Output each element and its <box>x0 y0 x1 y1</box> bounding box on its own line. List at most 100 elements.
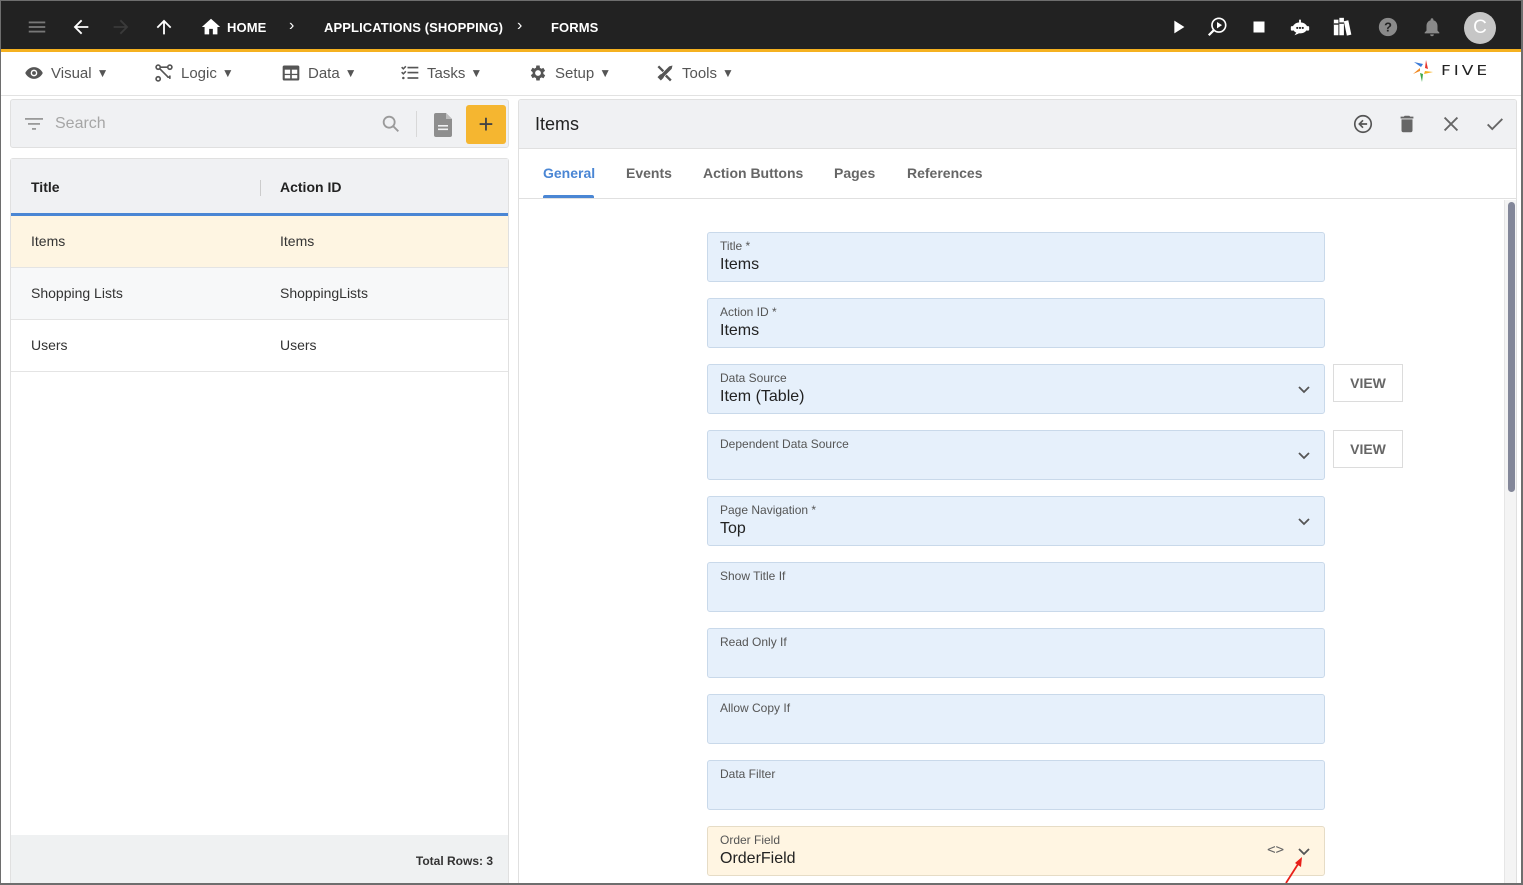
field-label: Page Navigation * <box>720 503 817 517</box>
dependent-data-source-view-button[interactable]: VIEW <box>1333 430 1403 468</box>
svg-text:?: ? <box>1384 20 1392 35</box>
column-header-action-id[interactable]: Action ID <box>280 179 341 195</box>
order-field-select[interactable]: Order Field OrderField <> <box>707 826 1325 883</box>
page-navigation-select[interactable]: Page Navigation * Top <box>707 496 1325 546</box>
total-rows: Total Rows: 3 <box>415 854 493 868</box>
cell-title: Shopping Lists <box>31 285 123 301</box>
app-window: HOME › APPLICATIONS (SHOPPING) › FORMS ?… <box>1 1 1521 883</box>
menu-logic-label: Logic <box>181 64 217 82</box>
table-icon <box>282 65 300 81</box>
chevron-down-icon[interactable] <box>1296 447 1312 463</box>
caret-down-icon: ▼ <box>722 66 734 80</box>
table-row[interactable]: Shopping Lists ShoppingLists <box>11 268 508 320</box>
library-icon[interactable] <box>1331 15 1355 39</box>
menu-logic[interactable]: Logic ▼ <box>154 63 234 83</box>
back-arrow-icon[interactable] <box>69 15 93 39</box>
form-tabs: General Events Action Buttons Pages Refe… <box>519 149 1516 199</box>
menu-tools-label: Tools <box>682 64 718 82</box>
logic-icon <box>155 64 173 82</box>
field-value: Items <box>720 322 760 339</box>
field-value: Item (Table) <box>720 388 805 405</box>
allow-copy-if-field[interactable]: Allow Copy If <box>707 694 1325 744</box>
tab-events[interactable]: Events <box>626 165 672 181</box>
delete-icon[interactable] <box>1395 112 1419 136</box>
form-title: Items <box>535 114 580 134</box>
tab-general[interactable]: General <box>543 165 595 181</box>
stop-icon[interactable] <box>1247 15 1271 39</box>
field-label: Allow Copy If <box>720 701 791 715</box>
data-filter-field[interactable]: Data Filter <box>707 760 1325 810</box>
tab-action-buttons[interactable]: Action Buttons <box>703 165 803 181</box>
menu-tasks-label: Tasks <box>427 64 466 82</box>
table-row[interactable]: Users Users <box>11 320 508 372</box>
field-label: Read Only If <box>720 635 787 649</box>
table-row[interactable]: Items Items <box>11 216 508 268</box>
five-logo-icon <box>1413 60 1433 82</box>
chat-bot-icon[interactable] <box>1288 15 1312 39</box>
caret-down-icon: ▼ <box>221 66 234 80</box>
inspect-run-icon[interactable] <box>1205 15 1229 39</box>
read-only-if-field[interactable]: Read Only If <box>707 628 1325 678</box>
menu-tasks[interactable]: Tasks ▼ <box>400 63 482 83</box>
title-field[interactable]: Title * Items <box>707 232 1325 282</box>
scrollbar[interactable] <box>1504 200 1516 883</box>
field-label: Action ID * <box>720 305 777 319</box>
chevron-down-icon[interactable] <box>1296 513 1312 529</box>
bell-icon[interactable] <box>1420 15 1444 39</box>
help-icon[interactable]: ? <box>1376 15 1400 39</box>
add-button[interactable]: + <box>466 105 506 144</box>
field-label: Data Source <box>720 371 787 385</box>
column-divider[interactable] <box>260 180 261 196</box>
filter-icon[interactable] <box>24 115 44 133</box>
cell-action-id: Items <box>280 233 315 249</box>
tools-icon <box>657 65 673 82</box>
five-logo: FIVE <box>1411 59 1490 83</box>
menu-data-label: Data <box>308 64 340 82</box>
search-icon[interactable] <box>380 113 402 135</box>
forms-list: Title Action ID Items Items Shopping Lis… <box>10 158 509 883</box>
cell-action-id: ShoppingLists <box>280 285 368 301</box>
breadcrumb-home[interactable]: HOME <box>227 20 266 35</box>
menu-setup[interactable]: Setup ▼ <box>528 63 611 83</box>
run-icon[interactable] <box>1166 15 1190 39</box>
data-source-select[interactable]: Data Source Item (Table) <box>707 364 1325 414</box>
field-label: Data Filter <box>720 767 776 781</box>
gear-icon <box>530 65 546 81</box>
confirm-check-icon[interactable] <box>1483 112 1507 136</box>
avatar[interactable]: C <box>1464 12 1496 44</box>
history-back-icon[interactable] <box>1351 112 1375 136</box>
chevron-right-icon: › <box>289 17 295 34</box>
field-label: Order Field <box>720 833 781 847</box>
eye-icon <box>25 67 43 79</box>
column-header-title[interactable]: Title <box>31 179 60 195</box>
breadcrumb-forms[interactable]: FORMS <box>551 20 598 35</box>
caret-down-icon: ▼ <box>344 66 357 80</box>
divider <box>416 111 417 137</box>
caret-down-icon: ▼ <box>96 66 109 80</box>
cell-title: Users <box>31 337 68 353</box>
field-label: Show Title If <box>720 569 786 583</box>
menu-icon[interactable] <box>25 15 49 39</box>
forward-arrow-icon[interactable] <box>109 15 133 39</box>
dependent-data-source-select[interactable]: Dependent Data Source <box>707 430 1325 480</box>
cell-action-id: Users <box>280 337 317 353</box>
form-header: Items <box>519 100 1516 149</box>
breadcrumb-applications[interactable]: APPLICATIONS (SHOPPING) <box>324 20 503 35</box>
tab-references[interactable]: References <box>907 165 983 181</box>
home-icon[interactable] <box>199 15 223 39</box>
action-id-field[interactable]: Action ID * Items <box>707 298 1325 348</box>
menu-data[interactable]: Data ▼ <box>281 63 357 83</box>
menu-visual[interactable]: Visual ▼ <box>24 63 108 83</box>
chevron-down-icon[interactable] <box>1296 381 1312 397</box>
up-arrow-icon[interactable] <box>152 15 176 39</box>
field-value: Top <box>720 520 746 537</box>
scrollbar-thumb[interactable] <box>1508 202 1515 492</box>
data-source-view-button[interactable]: VIEW <box>1333 364 1403 402</box>
document-icon[interactable] <box>432 112 454 138</box>
close-icon[interactable] <box>1439 112 1463 136</box>
menu-tools[interactable]: Tools ▼ <box>655 63 734 83</box>
search-input[interactable] <box>55 112 355 136</box>
field-value: Items <box>720 256 760 273</box>
show-title-if-field[interactable]: Show Title If <box>707 562 1325 612</box>
tab-pages[interactable]: Pages <box>834 165 875 181</box>
